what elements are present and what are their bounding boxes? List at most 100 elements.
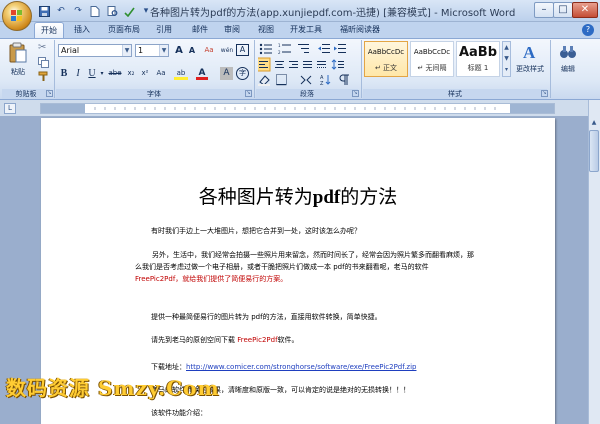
help-icon[interactable]: ? (582, 24, 594, 36)
character-border-button[interactable]: A (236, 44, 249, 56)
font-size-combo[interactable]: 1 ▼ (135, 44, 169, 57)
style-sample: AaBb (458, 45, 498, 60)
font-dialog-launcher[interactable]: ↘ (245, 90, 252, 97)
group-separator (54, 40, 55, 98)
phonetic-guide-button[interactable]: wén (219, 44, 235, 57)
tab-page-layout[interactable]: 页面布局 (104, 22, 144, 38)
document-heading: 各种图片转为pdf的方法 (41, 182, 555, 209)
underline-button[interactable]: U (86, 67, 98, 80)
tab-foxit-reader[interactable]: 福昕阅读器 (334, 22, 386, 38)
increase-indent-icon[interactable] (334, 44, 346, 53)
paragraph-2: 另外，生活中，我们经常会拍摄一些照片用来留念，然而时间长了，经常会因为照片繁多而… (135, 249, 475, 285)
tab-review[interactable]: 审阅 (218, 22, 246, 38)
minimize-button[interactable]: – (534, 2, 554, 18)
tab-selector[interactable]: L (4, 103, 16, 114)
bold-button[interactable]: B (58, 67, 70, 80)
tab-developer[interactable]: 开发工具 (286, 22, 326, 38)
quick-access-toolbar: ↶ ↷ ▾ (37, 4, 153, 18)
redo-icon[interactable]: ↷ (71, 4, 85, 18)
site-watermark: 数码资源 Smzy.Com (6, 376, 220, 400)
font-group-label: 字体 (56, 89, 252, 99)
numbering-icon[interactable]: 12 (278, 43, 291, 55)
align-right-icon[interactable] (289, 61, 298, 68)
paragraph-4-text-end: 软件。 (277, 336, 299, 344)
change-styles-icon: A (523, 43, 536, 62)
style-normal[interactable]: AaBbCcDc ↵ 正文 (364, 41, 408, 77)
borders-icon[interactable] (276, 74, 287, 86)
horizontal-ruler[interactable] (40, 103, 555, 114)
spelling-icon[interactable] (122, 4, 136, 18)
clear-formatting-button[interactable]: Aa (201, 44, 217, 57)
asian-layout-icon[interactable] (300, 75, 312, 85)
office-button[interactable] (2, 1, 32, 31)
tab-mailings[interactable]: 邮件 (186, 22, 214, 38)
chevron-down-icon[interactable]: ▼ (159, 45, 168, 56)
align-center-icon[interactable] (275, 61, 284, 68)
save-icon[interactable] (37, 4, 51, 18)
style-heading-1[interactable]: AaBb 标题 1 (456, 41, 500, 77)
strikethrough-button[interactable]: abe (107, 67, 123, 80)
scroll-thumb[interactable] (589, 130, 599, 172)
tab-view[interactable]: 视图 (252, 22, 280, 38)
font-name-combo[interactable]: Arial ▼ (58, 44, 132, 57)
paragraph-dialog-launcher[interactable]: ↘ (352, 90, 359, 97)
enclose-characters-button[interactable]: 字 (236, 67, 249, 80)
highlight-button[interactable]: ab (174, 67, 188, 80)
new-doc-icon[interactable] (88, 4, 102, 18)
chevron-down-icon[interactable]: ▼ (122, 45, 131, 56)
tab-insert[interactable]: 插入 (68, 22, 96, 38)
styles-scroll[interactable]: ▲ ▼ ▾ (502, 41, 511, 77)
format-painter-icon[interactable] (38, 71, 50, 83)
character-shading-button[interactable]: A (220, 67, 233, 80)
sort-icon[interactable]: AZ (320, 75, 331, 87)
download-link[interactable]: http://www.comicer.com/stronghorse/softw… (186, 363, 416, 371)
paragraph-controls: 12 AZ (256, 42, 358, 87)
cut-icon[interactable]: ✂ (38, 42, 50, 54)
bullets-icon[interactable] (259, 43, 272, 55)
paste-button[interactable]: 粘贴 (6, 42, 30, 77)
paragraph-4: 请先到老马的原创空间下载 FreePic2Pdf软件。 (151, 334, 491, 346)
editing-label: 编辑 (561, 65, 575, 73)
close-button[interactable]: ✕ (572, 2, 598, 18)
superscript-button[interactable]: x² (139, 67, 151, 80)
copy-icon[interactable] (38, 57, 50, 69)
undo-icon[interactable]: ↶ (54, 4, 68, 18)
clipboard-dialog-launcher[interactable]: ↘ (46, 90, 53, 97)
tab-home[interactable]: 开始 (34, 22, 64, 38)
paste-label: 粘贴 (11, 68, 25, 76)
group-separator (361, 40, 362, 98)
paste-icon (9, 42, 27, 63)
paragraph-4-red-text: FreePic2Pdf (237, 336, 278, 344)
multilevel-list-icon[interactable] (298, 44, 309, 53)
show-marks-icon[interactable] (339, 74, 349, 85)
office-logo-icon (11, 10, 22, 21)
style-sample: AaBbCcDc (367, 48, 405, 56)
justify-icon[interactable] (303, 61, 312, 68)
paragraph-7: 该软件功能介绍： (151, 409, 207, 417)
tab-references[interactable]: 引用 (150, 22, 178, 38)
distributed-icon[interactable] (317, 61, 326, 68)
change-styles-label: 更改样式 (516, 65, 544, 73)
style-no-spacing[interactable]: AaBbCcDc ↵ 无间隔 (410, 41, 454, 77)
shrink-font-button[interactable]: A (186, 44, 198, 57)
decrease-indent-icon[interactable] (318, 44, 330, 53)
align-left-icon[interactable] (256, 57, 271, 72)
subscript-button[interactable]: x₂ (125, 67, 137, 80)
svg-text:2: 2 (278, 50, 281, 55)
maximize-button[interactable]: □ (553, 2, 573, 18)
print-preview-icon[interactable] (105, 4, 119, 18)
editing-button[interactable]: 编辑 (553, 42, 583, 74)
styles-dialog-launcher[interactable]: ↘ (541, 90, 548, 97)
scroll-up-button[interactable]: ▲ (589, 117, 599, 129)
svg-text:A: A (523, 43, 536, 62)
change-case-button[interactable]: Aa (154, 67, 168, 80)
grow-font-button[interactable]: A (173, 44, 185, 57)
paragraph-4-text: 请先到老马的原创空间下载 (151, 336, 238, 344)
shading-icon[interactable] (258, 75, 270, 86)
change-styles-button[interactable]: A 更改样式 (514, 42, 546, 74)
group-separator (254, 40, 255, 98)
chevron-down-icon[interactable]: ▾ (99, 67, 105, 80)
italic-button[interactable]: I (72, 67, 84, 80)
line-spacing-icon[interactable] (331, 59, 344, 70)
font-color-button[interactable]: A (196, 67, 208, 80)
